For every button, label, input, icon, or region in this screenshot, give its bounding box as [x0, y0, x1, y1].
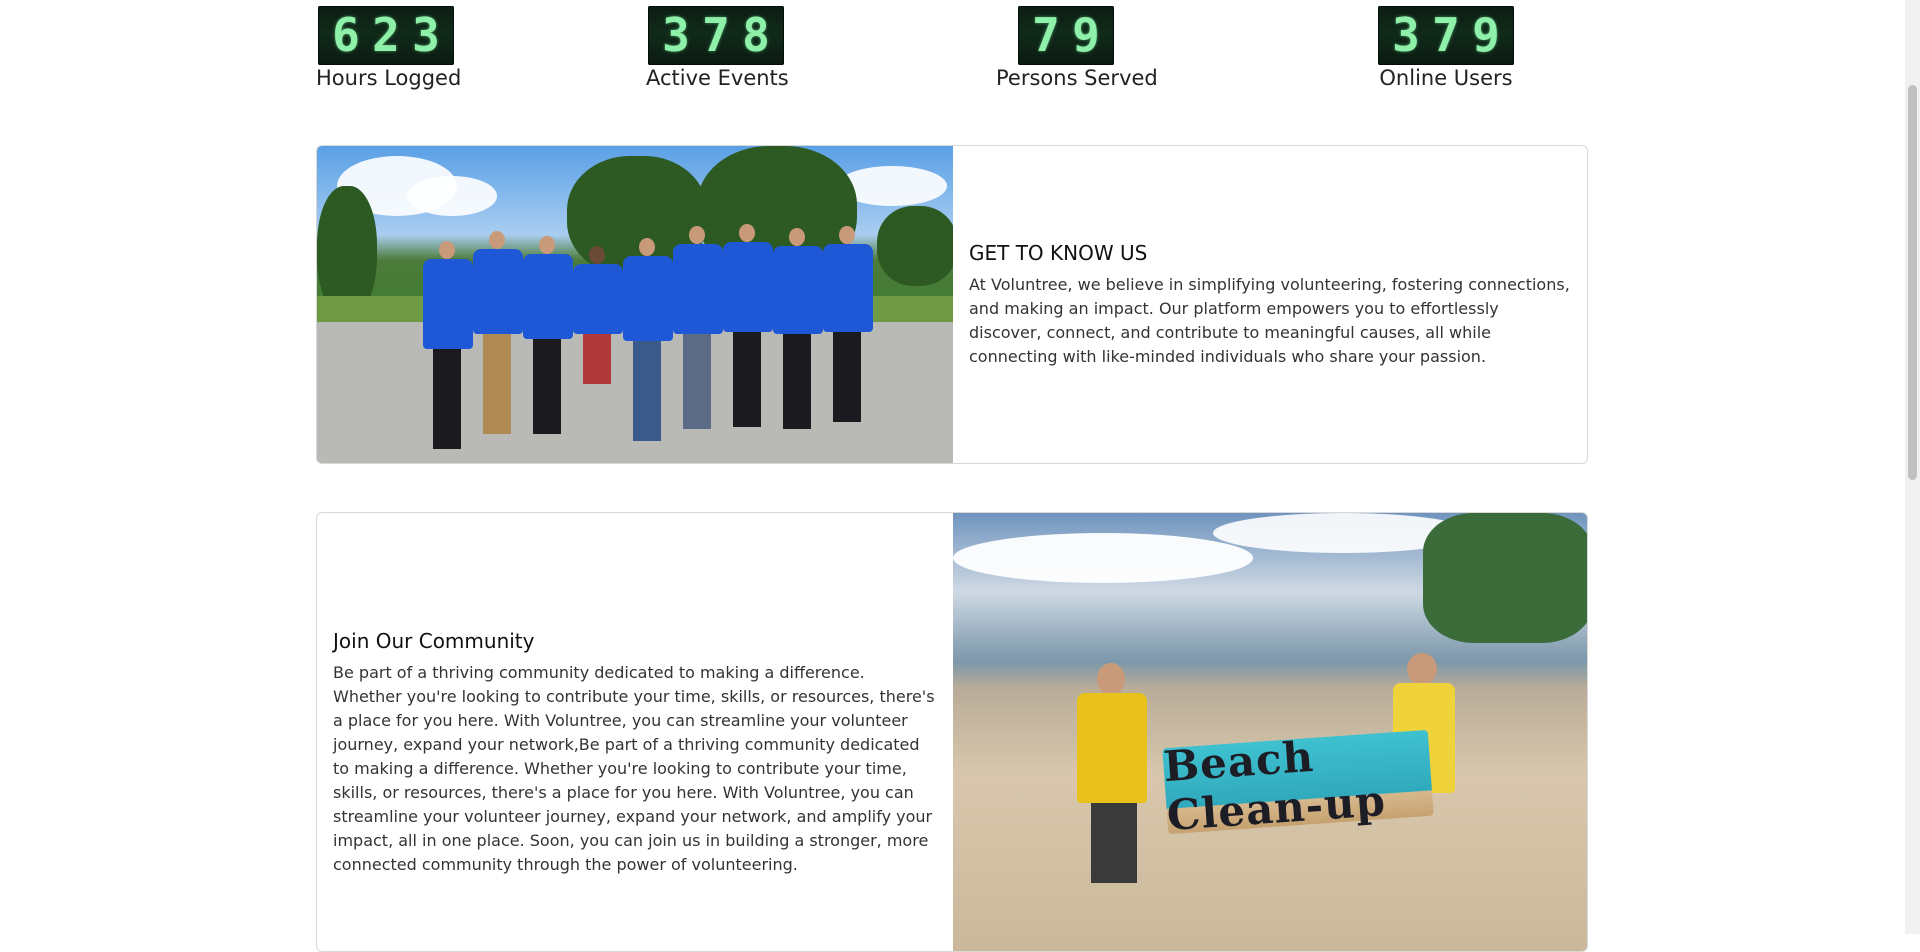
- sign-text: Beach Clean-up: [1161, 731, 1388, 841]
- stat-active-events: 378 Active Events: [646, 0, 789, 90]
- stat-label: Active Events: [646, 66, 789, 90]
- stat-persons-served: 79 Persons Served: [996, 0, 1158, 90]
- beach-cleanup-photo: Beach Clean-up: [953, 513, 1587, 951]
- community-card: Join Our Community Be part of a thriving…: [316, 512, 1588, 952]
- page-scrollbar[interactable]: [1905, 0, 1920, 934]
- community-body: Be part of a thriving community dedicate…: [333, 663, 935, 874]
- stat-label: Online Users: [1379, 66, 1513, 90]
- counter-digit: 7: [1032, 8, 1060, 62]
- hours-logged-counter: 623: [318, 6, 454, 65]
- counter-digit: 9: [1472, 8, 1500, 62]
- online-users-counter: 379: [1378, 6, 1514, 65]
- about-text: GET TO KNOW US At Voluntree, we believe …: [953, 146, 1587, 463]
- about-card: GET TO KNOW US At Voluntree, we believe …: [316, 145, 1588, 464]
- scrollbar-thumb[interactable]: [1908, 85, 1917, 480]
- counter-digit: 9: [1072, 8, 1100, 62]
- stat-label: Hours Logged: [316, 66, 462, 90]
- stat-online-users: 379 Online Users: [1376, 0, 1516, 90]
- counter-digit: 3: [1392, 8, 1420, 62]
- stat-hours-logged: 623 Hours Logged: [316, 0, 462, 90]
- counter-digit: 3: [662, 8, 690, 62]
- beach-cleanup-sign: Beach Clean-up: [1162, 729, 1434, 840]
- community-heading: Join Our Community: [333, 629, 535, 653]
- counter-digit: 6: [332, 8, 360, 62]
- active-events-counter: 378: [648, 6, 784, 65]
- volunteer-group-photo: [317, 146, 953, 463]
- counter-digit: 8: [742, 8, 770, 62]
- about-heading: GET TO KNOW US: [969, 241, 1148, 265]
- counter-digit: 7: [1432, 8, 1460, 62]
- counter-digit: 7: [702, 8, 730, 62]
- persons-served-counter: 79: [1018, 6, 1114, 65]
- counter-digit: 3: [412, 8, 440, 62]
- stat-label: Persons Served: [996, 66, 1158, 90]
- about-body: At Voluntree, we believe in simplifying …: [969, 275, 1570, 366]
- stats-row: 623 Hours Logged 378 Active Events 79 Pe…: [316, 0, 1588, 95]
- community-text: Join Our Community Be part of a thriving…: [317, 513, 953, 951]
- counter-digit: 2: [372, 8, 400, 62]
